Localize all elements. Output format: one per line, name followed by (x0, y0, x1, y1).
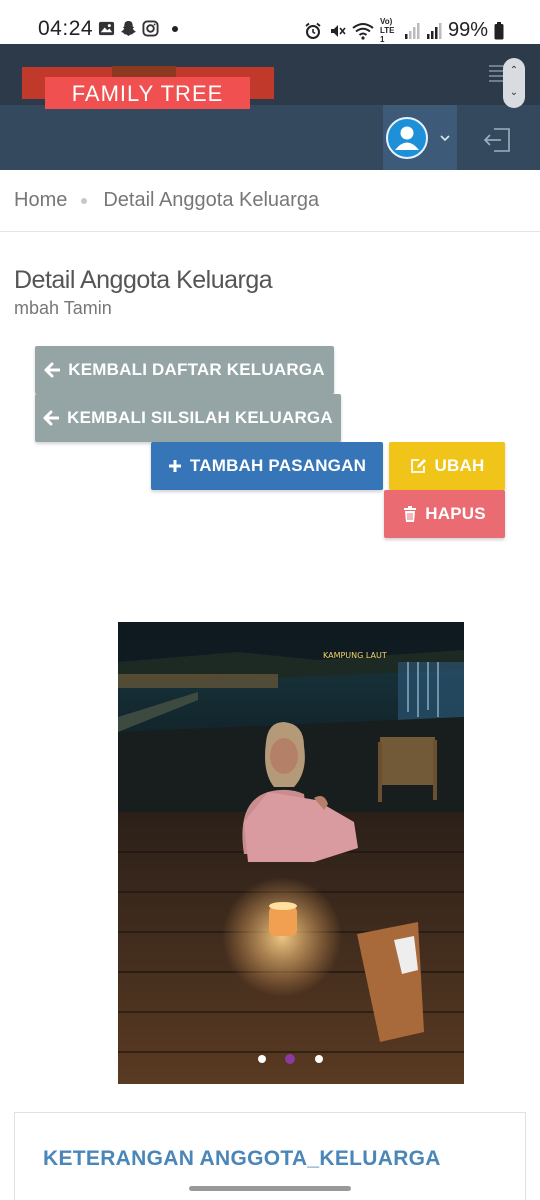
status-bar: 04:24 Vo) LTE1 99% (0, 0, 540, 44)
breadcrumb-separator (81, 197, 88, 204)
arrow-left-icon (43, 410, 60, 426)
add-spouse-label: TAMBAH PASANGAN (189, 456, 367, 475)
plus-icon (168, 460, 181, 472)
header-bottom-bar (0, 105, 540, 170)
delete-button[interactable]: HAPUS (384, 490, 505, 538)
delete-label: HAPUS (425, 504, 486, 523)
carousel-dot-3[interactable] (315, 1055, 323, 1063)
edit-icon (410, 459, 426, 473)
network-label: Vo) LTE1 (379, 17, 395, 44)
chevron-down-icon[interactable] (438, 131, 452, 145)
chevron-up-icon: ⌃ (509, 65, 519, 76)
gallery-icon (98, 21, 115, 36)
signal-2-icon (426, 22, 442, 39)
wifi-icon (352, 22, 374, 40)
photo-sign-text: KAMPUNG LAUT (323, 651, 387, 660)
arrow-left-icon (44, 362, 61, 378)
home-indicator[interactable] (189, 1186, 351, 1191)
more-notifications-dot (172, 25, 178, 32)
user-icon (395, 126, 419, 150)
trash-icon (404, 506, 417, 522)
add-spouse-button[interactable]: TAMBAH PASANGAN (151, 442, 383, 490)
snapchat-icon (120, 20, 137, 37)
battery-icon (494, 21, 504, 39)
member-photo-carousel[interactable]: KAMPUNG LAUT (118, 622, 464, 1084)
back-to-family-tree-button[interactable]: KEMBALI SILSILAH KELUARGA (35, 394, 341, 442)
logout-icon[interactable] (482, 126, 512, 154)
status-time: 04:24 (38, 17, 94, 40)
carousel-dot-2-active[interactable] (285, 1054, 295, 1064)
info-card-title: KETERANGAN ANGGOTA_KELUARGA (43, 1147, 441, 1170)
alarm-icon (305, 22, 321, 39)
battery-percent: 99% (447, 19, 488, 41)
member-name: mbah Tamin (14, 298, 112, 318)
scroll-handle[interactable]: ⌃ ⌄ (503, 58, 525, 108)
chevron-down-icon: ⌄ (509, 87, 519, 98)
signal-1-icon (404, 22, 420, 39)
breadcrumb-home-link[interactable]: Home (14, 189, 67, 212)
back-to-family-tree-label: KEMBALI SILSILAH KELUARGA (67, 408, 333, 427)
user-avatar[interactable] (386, 117, 428, 159)
carousel-dot-1[interactable] (258, 1055, 266, 1063)
mute-icon (330, 24, 346, 37)
logo[interactable]: FAMILY TREE (45, 77, 250, 109)
member-photo: KAMPUNG LAUT (118, 622, 464, 1084)
edit-button[interactable]: UBAH (389, 442, 505, 490)
page-title: Detail Anggota Keluarga (14, 266, 273, 294)
breadcrumb: Home Detail Anggota Keluarga (0, 170, 540, 232)
notification-icons (98, 20, 178, 37)
back-to-family-list-button[interactable]: KEMBALI DAFTAR KELUARGA (35, 346, 334, 394)
back-to-family-list-label: KEMBALI DAFTAR KELUARGA (68, 360, 325, 379)
breadcrumb-current: Detail Anggota Keluarga (103, 189, 320, 211)
edit-label: UBAH (434, 456, 485, 475)
instagram-icon (142, 20, 159, 37)
system-status-icons: Vo) LTE1 99% (304, 17, 504, 44)
